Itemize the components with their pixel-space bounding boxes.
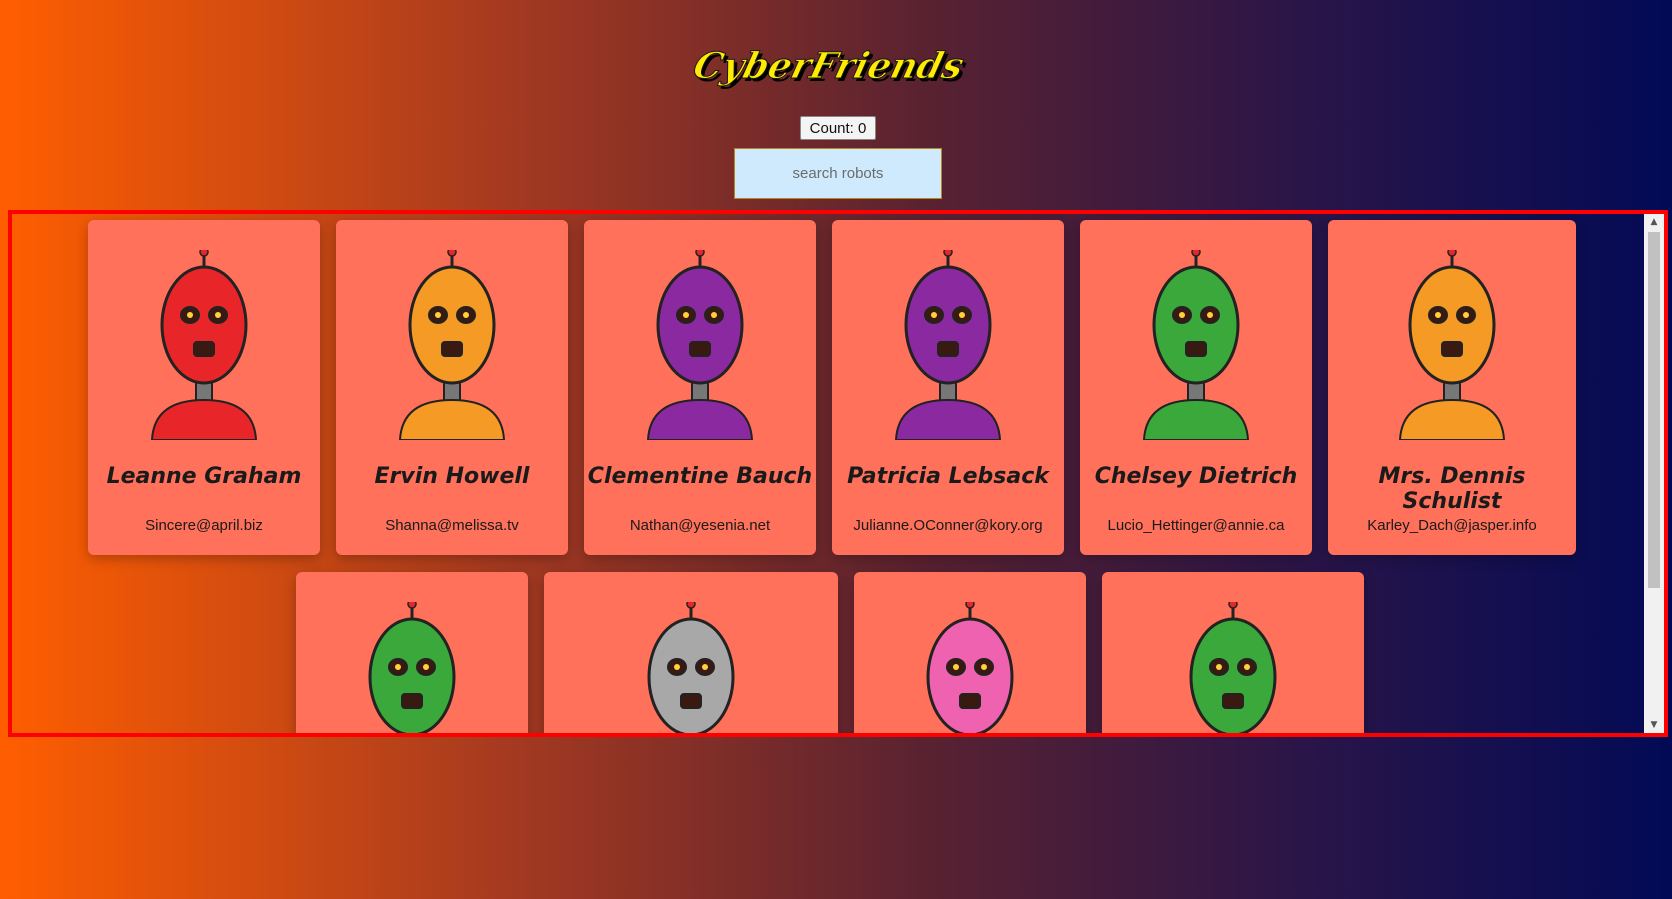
robot-card[interactable] [1102, 572, 1364, 733]
card-list: Leanne Graham Sincere@april.biz Ervin Howe… [12, 214, 1644, 733]
robot-list-scroll-container[interactable]: Leanne Graham Sincere@april.biz Ervin Howe… [8, 210, 1668, 737]
robot-email: Shanna@melissa.tv [385, 517, 519, 534]
robot-avatar [584, 250, 816, 440]
app-logo: CyberFriends CyberFriends [0, 36, 1672, 96]
scrollbar[interactable]: ▲ ▼ [1644, 214, 1664, 733]
robot-name: Mrs. Dennis Schulist [1378, 464, 1526, 514]
svg-text:CyberFriends: CyberFriends [691, 45, 968, 87]
logo-image: CyberFriends CyberFriends [691, 44, 971, 90]
robot-name: Chelsey Dietrich [1094, 464, 1298, 489]
robot-card[interactable] [854, 572, 1086, 733]
robot-name: Clementine Bauch [587, 464, 813, 489]
search-input[interactable] [734, 148, 942, 199]
robot-email: Nathan@yesenia.net [629, 517, 771, 534]
scroll-up-arrow-icon[interactable]: ▲ [1644, 214, 1664, 230]
robot-email: Karley_Dach@jasper.info [1367, 517, 1537, 534]
robot-card[interactable]: Ervin Howell Shanna@melissa.tv [336, 220, 568, 555]
robot-card[interactable]: Chelsey Dietrich Lucio_Hettinger@annie.ca [1080, 220, 1312, 555]
robot-email: Julianne.OConner@kory.org [853, 517, 1043, 534]
robot-card[interactable] [544, 572, 838, 733]
robot-avatar [1328, 250, 1576, 440]
robot-name: Ervin Howell [374, 464, 530, 489]
robot-card[interactable]: Clementine Bauch Nathan@yesenia.net [584, 220, 816, 555]
robot-avatar [832, 250, 1064, 440]
robot-avatar [336, 250, 568, 440]
robot-avatar [296, 602, 528, 733]
robot-card[interactable]: Mrs. Dennis Schulist Karley_Dach@jasper.i… [1328, 220, 1576, 555]
robot-email: Lucio_Hettinger@annie.ca [1107, 517, 1285, 534]
count-button[interactable]: Count: 0 [800, 116, 876, 140]
scroll-down-arrow-icon[interactable]: ▼ [1644, 717, 1664, 733]
robot-avatar [1080, 250, 1312, 440]
robot-email: Sincere@april.biz [145, 517, 263, 534]
robot-card[interactable]: Patricia Lebsack Julianne.OConner@kory.or… [832, 220, 1064, 555]
robot-card[interactable]: Leanne Graham Sincere@april.biz [88, 220, 320, 555]
robot-name: Leanne Graham [106, 464, 302, 489]
robot-avatar [88, 250, 320, 440]
robot-avatar [854, 602, 1086, 733]
robot-avatar [1102, 602, 1364, 733]
robot-name: Patricia Lebsack [847, 464, 1049, 489]
scrollbar-thumb[interactable] [1648, 232, 1660, 588]
robot-card[interactable] [296, 572, 528, 733]
robot-avatar [544, 602, 838, 733]
